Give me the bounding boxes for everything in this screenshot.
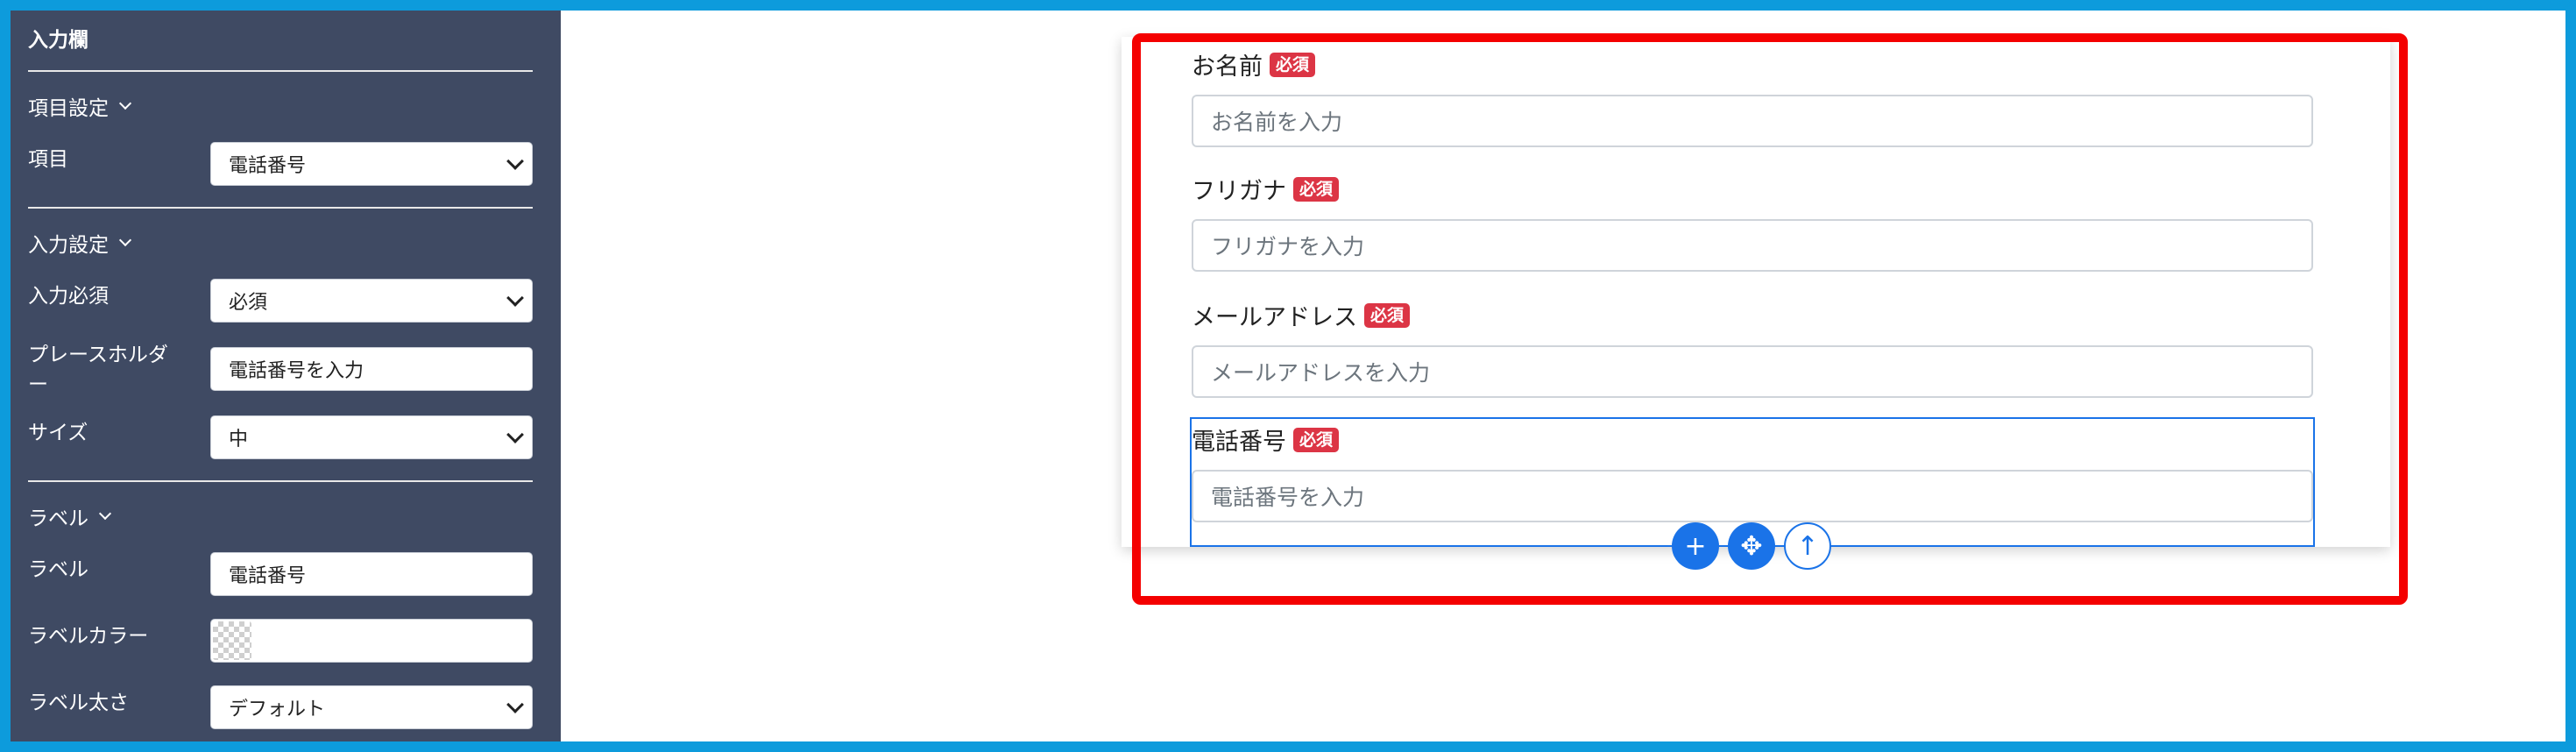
placeholder-input[interactable]: 電話番号を入力 [210, 347, 533, 391]
email-input[interactable]: メールアドレスを入力 [1192, 345, 2313, 398]
label-text-input[interactable]: 電話番号 [210, 552, 533, 596]
name-label-text: お名前 [1192, 53, 1263, 81]
item-select-value: 電話番号 [229, 155, 307, 177]
divider [28, 207, 533, 209]
item-field-label: 項目 [28, 148, 68, 171]
item-select[interactable]: 電話番号 [210, 142, 533, 186]
furigana-input[interactable]: フリガナを入力 [1192, 219, 2313, 272]
furigana-input-placeholder: フリガナを入力 [1211, 234, 1365, 259]
select-parent-button[interactable]: ↑ [1784, 522, 1831, 570]
placeholder-field-label: プレースホルダー [28, 344, 168, 396]
phone-field-label[interactable]: 電話番号 必須 [1192, 422, 1340, 457]
size-select[interactable]: 中 [210, 415, 533, 459]
app-frame: 入力欄 項目設定 項目 電話番号 入力設定 入力必須 必須 プレースホルダー 電… [11, 11, 2565, 741]
label-color-picker[interactable] [210, 619, 533, 663]
email-input-placeholder: メールアドレスを入力 [1211, 360, 1431, 386]
move-element-button[interactable]: ✥ [1728, 522, 1775, 570]
chevron-down-icon [98, 507, 112, 521]
chevron-down-icon [118, 233, 132, 247]
required-badge: 必須 [1364, 302, 1411, 328]
furigana-label-text: フリガナ [1192, 178, 1286, 205]
transparent-swatch-icon [213, 621, 251, 660]
label-text-input-value: 電話番号 [229, 565, 307, 587]
required-select-value: 必須 [229, 292, 268, 314]
placeholder-input-value: 電話番号を入力 [229, 360, 364, 382]
section-input-settings[interactable]: 入力設定 [28, 228, 132, 258]
sidebar-title: 入力欄 [28, 29, 88, 52]
label-weight-field-label: ラベル太さ [28, 692, 129, 714]
label-weight-select-value: デフォルト [229, 699, 326, 720]
arrow-up-icon: ↑ [1796, 530, 1819, 562]
section-input-settings-label: 入力設定 [28, 234, 109, 257]
phone-input-placeholder: 電話番号を入力 [1211, 485, 1365, 510]
move-icon: ✥ [1740, 530, 1763, 562]
phone-input[interactable]: 電話番号を入力 [1192, 470, 2313, 522]
add-element-button[interactable]: + [1672, 522, 1719, 570]
section-label[interactable]: ラベル [28, 501, 112, 531]
email-label-text: メールアドレス [1192, 304, 1357, 331]
section-label-label: ラベル [28, 507, 88, 530]
name-input-placeholder: お名前を入力 [1211, 110, 1343, 135]
divider [28, 480, 533, 482]
name-input[interactable]: お名前を入力 [1192, 95, 2313, 147]
required-badge: 必須 [1270, 52, 1316, 77]
label-text-field-label: ラベル [28, 558, 88, 581]
label-color-field-label: ラベルカラー [28, 625, 149, 648]
label-weight-select[interactable]: デフォルト [210, 685, 533, 729]
furigana-field-label: フリガナ 必須 [1192, 172, 1340, 206]
size-select-value: 中 [229, 429, 249, 450]
section-item-settings[interactable]: 項目設定 [28, 91, 132, 121]
size-field-label: サイズ [28, 422, 88, 444]
plus-icon: + [1684, 530, 1707, 562]
required-badge: 必須 [1293, 176, 1340, 202]
name-field-label: お名前 必須 [1192, 47, 1316, 82]
required-select[interactable]: 必須 [210, 279, 533, 323]
required-field-label: 入力必須 [28, 285, 109, 308]
settings-sidebar: 入力欄 項目設定 項目 電話番号 入力設定 入力必須 必須 プレースホルダー 電… [11, 11, 561, 741]
phone-label-text: 電話番号 [1192, 429, 1286, 456]
email-field-label: メールアドレス 必須 [1192, 298, 1411, 332]
divider [28, 70, 533, 72]
chevron-down-icon [118, 96, 132, 110]
required-badge: 必須 [1293, 427, 1340, 452]
section-item-settings-label: 項目設定 [28, 97, 109, 120]
